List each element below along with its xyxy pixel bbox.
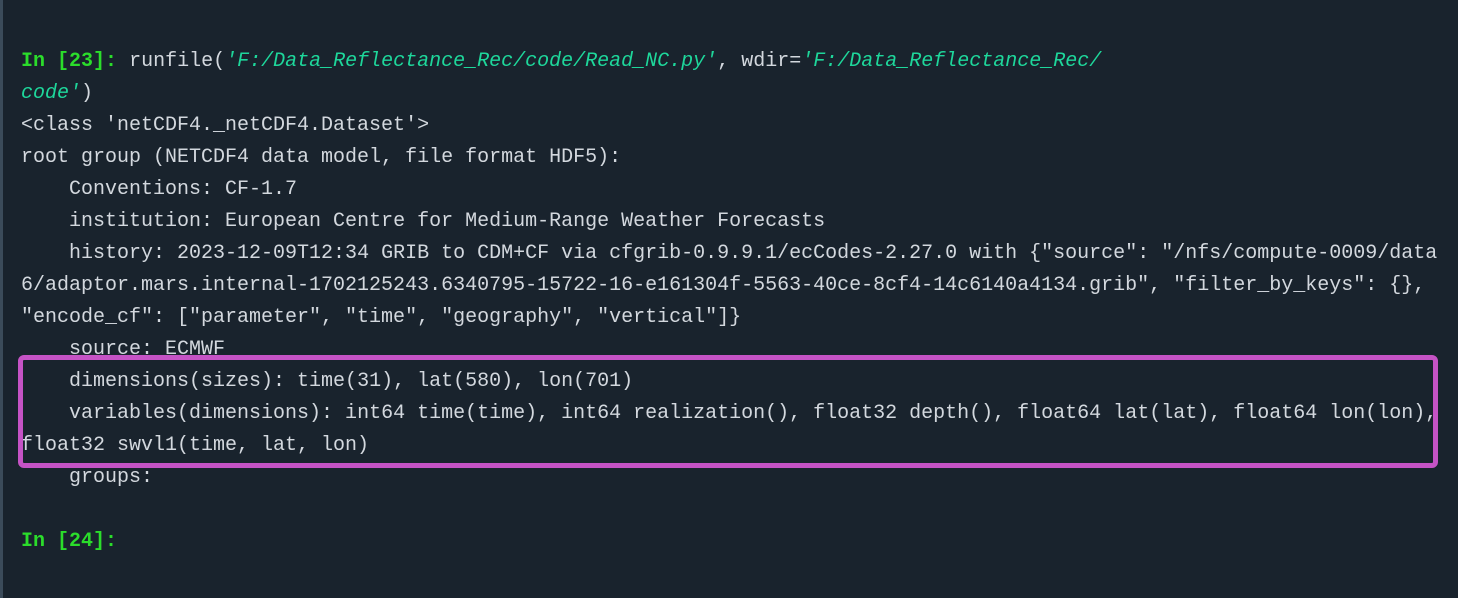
output-class-line: <class 'netCDF4._netCDF4.Dataset'> [21,114,429,137]
prompt-number: 23 [69,50,93,73]
output-rootgroup-line: root group (NETCDF4 data model, file for… [21,146,621,169]
prompt-close: ]: [93,530,117,553]
output-variables-line: variables(dimensions): int64 time(time),… [21,402,1449,457]
output-conventions-line: Conventions: CF-1.7 [21,178,297,201]
prompt-label: In [ [21,530,69,553]
wdir-arg-part-a: 'F:/Data_Reflectance_Rec/ [801,50,1101,73]
ipython-console[interactable]: In [23]: runfile('F:/Data_Reflectance_Re… [21,14,1448,558]
output-dimensions-line: dimensions(sizes): time(31), lat(580), l… [21,370,633,393]
wdir-arg-part-b: code' [21,82,81,105]
runfile-call: runfile [129,50,213,73]
runfile-path-arg: 'F:/Data_Reflectance_Rec/code/Read_NC.py… [225,50,717,73]
prompt-number: 24 [69,530,93,553]
output-history-line: history: 2023-12-09T12:34 GRIB to CDM+CF… [21,242,1437,329]
wdir-keyword: wdir [741,50,789,73]
prompt-close: ]: [93,50,117,73]
in-prompt-23: In [23]: [21,50,117,73]
prompt-label: In [ [21,50,69,73]
output-groups-line: groups: [21,466,153,489]
output-institution-line: institution: European Centre for Medium-… [21,210,825,233]
output-source-line: source: ECMWF [21,338,225,361]
in-prompt-24[interactable]: In [24]: [21,530,117,553]
